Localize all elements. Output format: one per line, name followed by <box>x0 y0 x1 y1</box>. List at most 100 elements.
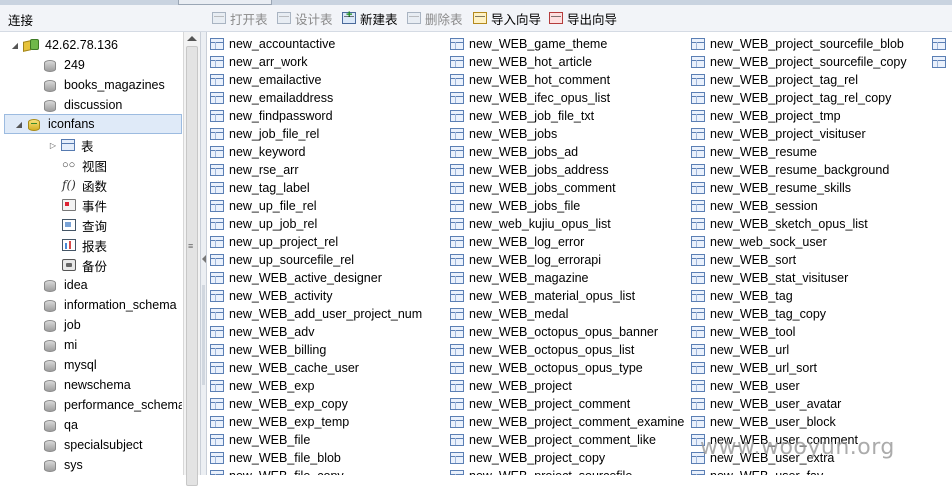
expand-arrow-icon[interactable]: ▷ <box>48 141 58 150</box>
list-item[interactable]: new_WEB_user_fav <box>691 467 907 475</box>
tree-db-node[interactable]: qa <box>44 415 78 435</box>
tree-child-views[interactable]: ○○ 视图 <box>62 155 107 175</box>
list-item[interactable]: new_WEB_sketch_opus_list <box>691 215 907 233</box>
list-item[interactable]: new_WEB_tag <box>691 287 907 305</box>
list-item[interactable] <box>932 35 951 53</box>
list-item[interactable]: new_WEB_project_sourcefile <box>450 467 684 475</box>
list-item[interactable]: new_up_file_rel <box>210 197 422 215</box>
tree-db-node-selected[interactable]: ◢ iconfans <box>4 114 182 134</box>
list-item[interactable] <box>932 53 951 71</box>
list-item[interactable]: new_WEB_stat_visituser <box>691 269 907 287</box>
tree-child-queries[interactable]: 查询 <box>62 215 107 235</box>
list-item[interactable]: new_WEB_session <box>691 197 907 215</box>
list-item[interactable]: new_up_sourcefile_rel <box>210 251 422 269</box>
list-item[interactable]: new_WEB_adv <box>210 323 422 341</box>
list-item[interactable]: new_WEB_url <box>691 341 907 359</box>
list-item[interactable]: new_WEB_jobs_address <box>450 161 684 179</box>
list-item[interactable]: new_WEB_hot_comment <box>450 71 684 89</box>
list-item[interactable]: new_findpassword <box>210 107 422 125</box>
import-wizard-button[interactable]: 导入向导 <box>473 9 541 27</box>
delete-table-button[interactable]: 删除表 <box>407 9 463 27</box>
open-table-button[interactable]: 打开表 <box>212 9 268 27</box>
collapse-arrow-icon[interactable]: ◢ <box>10 41 20 50</box>
list-item[interactable]: new_web_sock_user <box>691 233 907 251</box>
tree-db-node[interactable]: performance_schema <box>44 395 182 415</box>
tree-db-node[interactable]: job <box>44 315 81 335</box>
list-item[interactable]: new_WEB_exp_temp <box>210 413 422 431</box>
scrollbar-thumb[interactable] <box>186 46 198 486</box>
scroll-up-icon[interactable] <box>187 36 197 41</box>
collapse-panel-icon[interactable] <box>202 255 206 263</box>
list-item[interactable]: new_WEB_jobs <box>450 125 684 143</box>
list-item[interactable]: new_WEB_resume_background <box>691 161 907 179</box>
list-item[interactable]: new_WEB_project_tmp <box>691 107 907 125</box>
list-item[interactable]: new_WEB_log_error <box>450 233 684 251</box>
tree-db-node[interactable]: discussion <box>44 95 122 115</box>
tree-child-tables[interactable]: ▷ 表 <box>48 135 94 155</box>
tree-scrollbar[interactable]: ≡ <box>183 32 201 486</box>
tree-db-node[interactable]: books_magazines <box>44 75 165 95</box>
list-item[interactable]: new_WEB_project_tag_rel <box>691 71 907 89</box>
list-item[interactable]: new_WEB_hot_article <box>450 53 684 71</box>
list-item[interactable]: new_WEB_project_comment_like <box>450 431 684 449</box>
list-item[interactable]: new_WEB_user_block <box>691 413 907 431</box>
list-item[interactable]: new_WEB_project_visituser <box>691 125 907 143</box>
list-item[interactable]: new_WEB_file <box>210 431 422 449</box>
list-item[interactable]: new_WEB_octopus_opus_type <box>450 359 684 377</box>
tree-db-node[interactable]: information_schema <box>44 295 177 315</box>
tree-db-node[interactable]: newschema <box>44 375 131 395</box>
list-item[interactable]: new_keyword <box>210 143 422 161</box>
tree-db-node[interactable]: mysql <box>44 355 97 375</box>
tree-server-node[interactable]: ◢ 42.62.78.136 <box>10 35 118 55</box>
list-item[interactable]: new_WEB_project_comment <box>450 395 684 413</box>
list-item[interactable]: new_WEB_project_tag_rel_copy <box>691 89 907 107</box>
list-item[interactable]: new_WEB_project_copy <box>450 449 684 467</box>
list-item[interactable]: new_WEB_game_theme <box>450 35 684 53</box>
list-item[interactable]: new_WEB_user <box>691 377 907 395</box>
list-item[interactable]: new_WEB_job_file_txt <box>450 107 684 125</box>
collapse-arrow-icon[interactable]: ◢ <box>14 120 24 129</box>
export-wizard-button[interactable]: 导出向导 <box>549 9 617 27</box>
list-item[interactable]: new_WEB_tool <box>691 323 907 341</box>
tree-child-functions[interactable]: f() 函数 <box>62 175 107 195</box>
list-item[interactable]: new_WEB_medal <box>450 305 684 323</box>
splitter-handle[interactable] <box>202 285 205 385</box>
list-item[interactable]: new_rse_arr <box>210 161 422 179</box>
list-item[interactable]: new_tag_label <box>210 179 422 197</box>
tree-child-backups[interactable]: 备份 <box>62 255 107 275</box>
list-item[interactable]: new_job_file_rel <box>210 125 422 143</box>
tree-child-reports[interactable]: 报表 <box>62 235 107 255</box>
list-item[interactable]: new_WEB_cache_user <box>210 359 422 377</box>
list-item[interactable]: new_WEB_log_errorapi <box>450 251 684 269</box>
list-item[interactable]: new_WEB_project_sourcefile_blob <box>691 35 907 53</box>
list-item[interactable]: new_emailaddress <box>210 89 422 107</box>
tree-db-node[interactable]: idea <box>44 275 88 295</box>
list-item[interactable]: new_WEB_jobs_ad <box>450 143 684 161</box>
list-item[interactable]: new_accountactive <box>210 35 422 53</box>
list-item[interactable]: new_WEB_billing <box>210 341 422 359</box>
list-item[interactable]: new_WEB_tag_copy <box>691 305 907 323</box>
panel-splitter[interactable] <box>200 32 207 475</box>
list-item[interactable]: new_WEB_add_user_project_num <box>210 305 422 323</box>
list-item[interactable]: new_WEB_project <box>450 377 684 395</box>
design-table-button[interactable]: 设计表 <box>277 9 333 27</box>
list-item[interactable]: new_WEB_octopus_opus_list <box>450 341 684 359</box>
tree-db-node[interactable]: sys <box>44 455 83 475</box>
list-item[interactable]: new_WEB_resume <box>691 143 907 161</box>
new-table-button[interactable]: 新建表 <box>342 9 398 27</box>
list-item[interactable]: new_WEB_octopus_opus_banner <box>450 323 684 341</box>
list-item[interactable]: new_WEB_activity <box>210 287 422 305</box>
tree-db-node[interactable]: specialsubject <box>44 435 143 455</box>
list-item[interactable]: new_WEB_project_comment_examine <box>450 413 684 431</box>
list-item[interactable]: new_WEB_exp_copy <box>210 395 422 413</box>
list-item[interactable]: new_WEB_resume_skills <box>691 179 907 197</box>
list-item[interactable]: new_WEB_jobs_comment <box>450 179 684 197</box>
tree-child-events[interactable]: 事件 <box>62 195 107 215</box>
list-item[interactable]: new_emailactive <box>210 71 422 89</box>
list-item[interactable]: new_WEB_url_sort <box>691 359 907 377</box>
list-item[interactable]: new_WEB_user_avatar <box>691 395 907 413</box>
list-item[interactable]: new_WEB_ifec_opus_list <box>450 89 684 107</box>
list-item[interactable]: new_WEB_active_designer <box>210 269 422 287</box>
list-item[interactable]: new_WEB_file_copy <box>210 467 422 475</box>
list-item[interactable]: new_web_kujiu_opus_list <box>450 215 684 233</box>
